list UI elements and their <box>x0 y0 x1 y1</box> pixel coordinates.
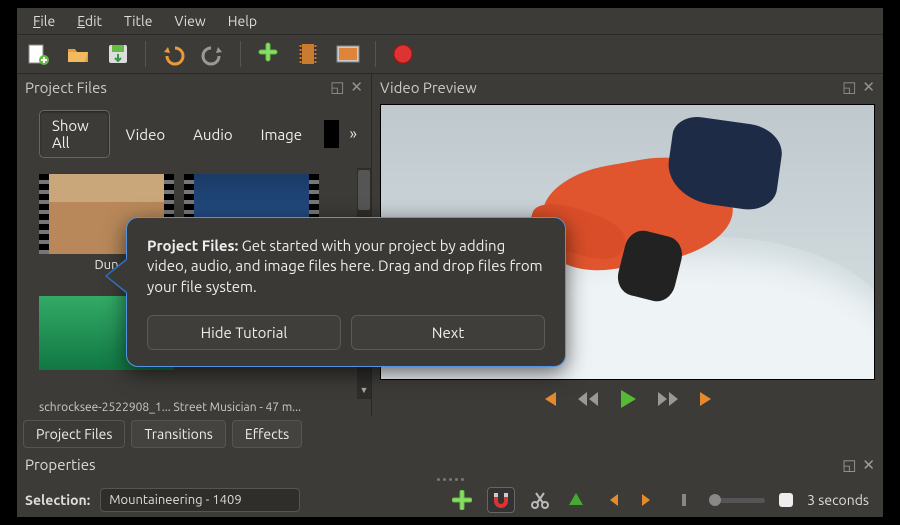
selection-dropdown[interactable]: Mountaineering - 1409 <box>100 488 300 512</box>
file-name-strip: schrocksee-2522908_1... Street Musician … <box>17 399 371 416</box>
properties-header: Properties ◱ ✕ <box>17 452 883 478</box>
transport-controls <box>372 380 883 416</box>
add-track-icon[interactable] <box>451 489 473 511</box>
open-project-icon[interactable] <box>65 41 91 67</box>
export-icon[interactable] <box>390 41 416 67</box>
panel-close-icon[interactable]: ✕ <box>350 78 363 96</box>
tab-transitions[interactable]: Transitions <box>131 420 225 448</box>
center-playhead-icon[interactable] <box>673 489 695 511</box>
new-project-icon[interactable] <box>25 41 51 67</box>
tutorial-text: Project Files: Get started with your pro… <box>147 236 545 297</box>
next-tutorial-button[interactable]: Next <box>351 315 545 350</box>
next-marker-icon[interactable] <box>637 489 659 511</box>
tab-effects[interactable]: Effects <box>232 420 302 448</box>
zoom-slider[interactable] <box>709 498 765 503</box>
jump-start-icon[interactable] <box>538 389 558 409</box>
redo-icon[interactable] <box>200 41 226 67</box>
filter-more-icon[interactable]: » <box>343 125 363 143</box>
zoom-readout: 3 seconds <box>807 492 869 508</box>
timeline-tools: 3 seconds <box>451 487 875 513</box>
menubar: File Edit Title View Help <box>17 8 883 35</box>
panel-close-icon[interactable]: ✕ <box>862 78 875 96</box>
filter-audio[interactable]: Audio <box>181 120 245 149</box>
play-icon[interactable] <box>618 388 638 410</box>
popover-arrow-icon <box>105 258 127 294</box>
menu-title[interactable]: Title <box>114 10 162 32</box>
tab-project-files[interactable]: Project Files <box>23 420 125 448</box>
panel-detach-icon[interactable]: ◱ <box>330 78 344 96</box>
menu-help[interactable]: Help <box>218 10 267 32</box>
fast-forward-icon[interactable] <box>656 389 680 409</box>
bottom-bar: Selection: Mountaineering - 1409 3 secon… <box>17 483 883 517</box>
film-icon[interactable] <box>295 41 321 67</box>
panel-detach-icon[interactable]: ◱ <box>842 456 856 474</box>
rewind-icon[interactable] <box>576 389 600 409</box>
menu-edit[interactable]: Edit <box>67 10 112 32</box>
import-files-icon[interactable] <box>255 41 281 67</box>
zoom-readout-icon <box>779 493 793 507</box>
snap-toggle-icon[interactable] <box>487 487 515 513</box>
tutorial-popover: Project Files: Get started with your pro… <box>126 217 566 367</box>
filter-video[interactable]: Video <box>114 120 177 149</box>
save-project-icon[interactable] <box>105 41 131 67</box>
video-preview-title: Video Preview <box>380 79 477 96</box>
filter-image[interactable]: Image <box>249 120 314 149</box>
lower-tabs: Project Files Transitions Effects <box>17 416 883 452</box>
hide-tutorial-button[interactable]: Hide Tutorial <box>147 315 341 350</box>
panel-detach-icon[interactable]: ◱ <box>842 78 856 96</box>
marker-icon[interactable] <box>565 489 587 511</box>
properties-title: Properties <box>25 456 96 474</box>
filter-row: Show All Video Audio Image » <box>17 100 371 168</box>
filter-show-all[interactable]: Show All <box>39 110 110 158</box>
profile-icon[interactable] <box>335 41 361 67</box>
menu-file[interactable]: File <box>23 10 65 32</box>
main-toolbar <box>17 35 883 74</box>
jump-end-icon[interactable] <box>698 389 718 409</box>
menu-view[interactable]: View <box>164 10 215 32</box>
filter-common-icon[interactable] <box>324 120 339 148</box>
panel-close-icon[interactable]: ✕ <box>862 456 875 474</box>
razor-icon[interactable] <box>529 489 551 511</box>
undo-icon[interactable] <box>160 41 186 67</box>
selection-label: Selection: <box>25 492 90 508</box>
project-files-title: Project Files <box>25 79 107 96</box>
prev-marker-icon[interactable] <box>601 489 623 511</box>
